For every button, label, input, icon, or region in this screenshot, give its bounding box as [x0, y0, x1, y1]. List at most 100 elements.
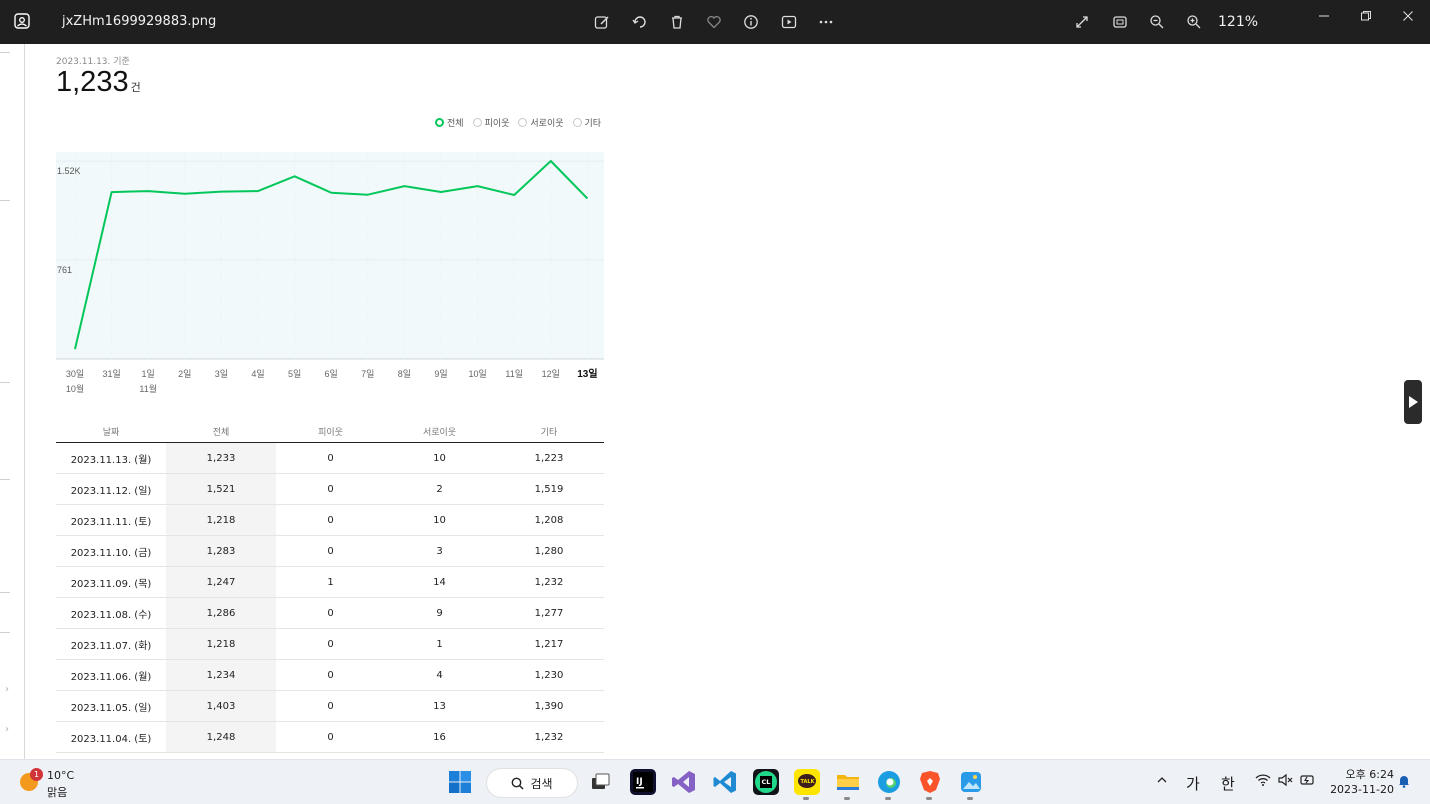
cell-total: 1,286 [166, 598, 276, 628]
edit-icon[interactable] [592, 12, 612, 32]
fullscreen-icon[interactable] [1072, 12, 1092, 32]
legend-item-other[interactable]: 기타 [572, 116, 601, 129]
photos-taskbar-icon[interactable] [958, 769, 984, 795]
cell-date: 2023.11.12. (일) [70, 485, 152, 497]
clion-icon[interactable]: CL [753, 769, 779, 795]
x-tick-label: 13일 [577, 367, 597, 380]
chevron-right-icon: › [5, 684, 9, 695]
cell-other: 1,232 [534, 731, 564, 743]
title-bar: jxZHm1699929883.png 121% [0, 0, 1430, 44]
table-row: 2023.11.11. (토) 1,218 0 10 1,208 [56, 505, 604, 536]
info-icon[interactable] [741, 12, 761, 32]
clock-date: 2023-11-20 [1330, 783, 1394, 796]
zoom-in-icon[interactable] [1184, 12, 1204, 32]
edge-browser-icon[interactable] [876, 769, 902, 795]
cell-date: 2023.11.05. (일) [70, 702, 152, 714]
cell-each-other: 2 [436, 483, 443, 495]
cell-each-other: 9 [436, 607, 443, 619]
cell-each-other: 14 [433, 576, 446, 588]
running-indicator [844, 797, 850, 800]
ime-indicator[interactable]: 한 [1221, 773, 1235, 794]
kakaotalk-icon[interactable]: TALK [794, 769, 820, 795]
legend-item-each-other[interactable]: 서로이웃 [518, 116, 564, 129]
x-tick-label: 3일 [215, 369, 228, 379]
legend-label: 피이웃 [484, 119, 510, 129]
visual-studio-icon[interactable] [671, 769, 697, 795]
x-month-label: 11월 [139, 383, 157, 394]
search-icon [512, 777, 524, 790]
system-clock[interactable]: 오후 6:24 2023-11-20 [1330, 767, 1394, 797]
rotate-icon[interactable] [630, 12, 650, 32]
more-icon[interactable] [816, 12, 836, 32]
header-each-other: 서로이웃 [422, 427, 457, 438]
x-month-label: 10월 [66, 383, 84, 394]
volume-muted-icon[interactable] [1278, 773, 1294, 791]
cell-each-other: 10 [433, 452, 446, 464]
battery-charging-icon[interactable] [1300, 773, 1316, 791]
image-left-edge: › › [0, 44, 25, 759]
close-button[interactable] [1393, 6, 1423, 26]
file-explorer-icon[interactable] [835, 769, 861, 795]
y-tick-label: 1.52K [57, 166, 81, 176]
legend-label: 서로이웃 [530, 119, 564, 129]
stats-table: 날짜 전체 피이웃 서로이웃 기타 2023.11.13. (월) 1,233 0 1… [56, 420, 604, 753]
windows-start-icon[interactable] [448, 770, 474, 796]
running-indicator [967, 797, 973, 800]
table-row: 2023.11.10. (금) 1,283 0 3 1,280 [56, 536, 604, 567]
table-row: 2023.11.05. (일) 1,403 0 13 1,390 [56, 691, 604, 722]
svg-text:TALK: TALK [801, 779, 816, 785]
total-unit: 건 [130, 82, 141, 94]
legend-item-all[interactable]: 전체 [435, 116, 464, 129]
visitor-line-chart: 761 1.52K 30일 10월 31일 1일 11월 2일 3일 4일 5일 6일 7일 8일 9일 10… [56, 152, 604, 394]
notification-bell-icon[interactable] [1398, 774, 1410, 792]
cell-total: 1,403 [166, 691, 276, 721]
cell-mutual: 0 [327, 514, 334, 526]
cell-other: 1,223 [534, 452, 564, 464]
edge-divider [0, 592, 10, 593]
cell-date: 2023.11.09. (목) [70, 578, 152, 590]
svg-text:CL: CL [762, 778, 771, 786]
chevron-up-icon[interactable] [1156, 772, 1168, 790]
cell-date: 2023.11.10. (금) [70, 547, 152, 559]
notification-badge: 1 [30, 768, 43, 781]
play-right-icon [1409, 396, 1418, 408]
delete-icon[interactable] [667, 12, 687, 32]
restore-button[interactable] [1351, 6, 1381, 26]
edge-divider [0, 52, 10, 53]
cell-mutual: 0 [327, 452, 334, 464]
radio-selected-icon [435, 118, 444, 127]
wifi-icon[interactable] [1255, 773, 1271, 791]
cell-date: 2023.11.11. (토) [70, 516, 152, 528]
fit-icon[interactable] [1110, 12, 1130, 32]
cell-total: 1,234 [166, 660, 276, 690]
weather-widget[interactable]: 1 10°C 맑음 [20, 768, 100, 799]
cell-each-other: 10 [433, 514, 446, 526]
chevron-right-icon: › [5, 724, 9, 735]
running-indicator [926, 797, 932, 800]
svg-text:IJ: IJ [636, 777, 643, 787]
next-image-button[interactable] [1404, 380, 1422, 424]
favorite-icon[interactable] [704, 12, 724, 32]
x-tick-label: 5일 [288, 369, 301, 379]
minimize-button[interactable] [1309, 6, 1339, 26]
x-tick-label: 8일 [398, 369, 411, 379]
cell-mutual: 0 [327, 700, 334, 712]
header-other: 기타 [540, 427, 558, 438]
taskbar-search[interactable]: 검색 [486, 768, 578, 798]
input-mode-indicator[interactable]: 가 [1186, 773, 1200, 794]
slideshow-icon[interactable] [779, 12, 799, 32]
zoom-out-icon[interactable] [1147, 12, 1167, 32]
zoom-level[interactable]: 121% [1218, 14, 1258, 30]
cell-total: 1,218 [166, 629, 276, 659]
task-view-icon[interactable] [588, 769, 614, 795]
brave-browser-icon[interactable] [917, 769, 943, 795]
cell-each-other: 3 [436, 545, 443, 557]
intellij-icon[interactable]: IJ [630, 769, 656, 795]
x-tick-label: 6일 [325, 369, 338, 379]
vscode-icon[interactable] [712, 769, 738, 795]
y-tick-label: 761 [57, 265, 72, 275]
table-row: 2023.11.07. (화) 1,218 0 1 1,217 [56, 629, 604, 660]
edge-divider [0, 479, 10, 480]
legend-item-mutual[interactable]: 피이웃 [472, 116, 510, 129]
legend-label: 전체 [447, 119, 464, 129]
